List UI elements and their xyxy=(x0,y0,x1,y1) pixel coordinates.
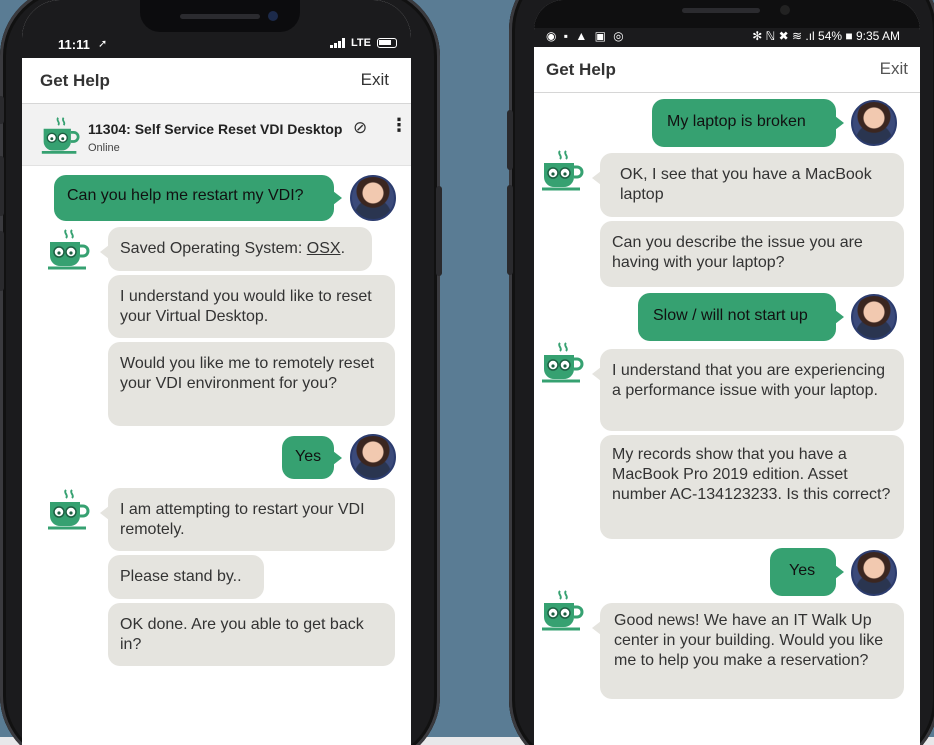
status-bar: 11:11 ➚ LTE xyxy=(22,0,411,58)
user-avatar xyxy=(350,175,396,221)
notification-icons: ◉ ▪ ▲ ▣ ◎ xyxy=(546,29,626,43)
page-title: Get Help xyxy=(546,60,616,79)
app-header: Get Help Exit xyxy=(22,58,411,104)
camera xyxy=(780,5,790,15)
ticket-title: 11304: Self Service Reset VDI Desktop xyxy=(88,121,343,137)
bot-message: Please stand by.. xyxy=(108,555,264,599)
volume-button xyxy=(507,110,513,170)
phone-android: ◉ ▪ ▲ ▣ ◎ ✻ ℕ ✖ ≋ .ıl 54% ■ 9:35 AM Get … xyxy=(507,0,934,745)
battery-icon xyxy=(377,38,397,48)
bot-message: Saved Operating System: OSX. xyxy=(100,227,372,271)
bixby-button xyxy=(507,185,513,275)
user-avatar xyxy=(851,294,897,340)
bot-message: Good news! We have an IT Walk Up center … xyxy=(592,603,904,699)
coffee-bot-icon xyxy=(542,342,584,383)
exit-button[interactable]: Exit xyxy=(880,59,908,79)
page-title: Get Help xyxy=(40,71,110,90)
bot-message: I understand that you are experiencing a… xyxy=(592,349,904,431)
screen: ◉ ▪ ▲ ▣ ◎ ✻ ℕ ✖ ≋ .ıl 54% ■ 9:35 AM Get … xyxy=(534,0,920,745)
phone-ios: 11:11 ➚ LTE Get Help Exit 11304: Self Se… xyxy=(0,0,442,745)
coffee-bot-icon xyxy=(48,229,90,270)
mute-switch xyxy=(0,96,4,124)
status-icons: LTE xyxy=(330,37,397,49)
ticket-status: Online xyxy=(88,142,120,154)
coffee-bot-icon xyxy=(542,590,584,631)
speaker xyxy=(682,8,760,13)
coffee-bot-icon xyxy=(542,150,584,191)
user-message: Yes xyxy=(770,548,844,596)
volume-down-button xyxy=(0,231,4,291)
bot-message: I am attempting to restart your VDI remo… xyxy=(100,488,395,551)
user-avatar xyxy=(851,100,897,146)
message-text: Saved Operating System: xyxy=(120,240,307,257)
coffee-bot-icon xyxy=(48,489,90,530)
coffee-bot-icon xyxy=(41,117,80,154)
bot-message: Would you like me to remotely reset your… xyxy=(108,342,395,426)
status-time: 11:11 xyxy=(58,37,90,52)
exit-button[interactable]: Exit xyxy=(361,70,389,90)
screen: 11:11 ➚ LTE Get Help Exit 11304: Self Se… xyxy=(22,0,411,745)
paperclip-icon[interactable]: ⊘ xyxy=(353,118,367,138)
network-type: LTE xyxy=(351,37,371,49)
user-message: My laptop is broken xyxy=(652,99,844,147)
volume-up-button xyxy=(0,156,4,216)
os-link[interactable]: OSX xyxy=(307,240,341,257)
bot-message: Can you describe the issue you are havin… xyxy=(600,221,904,287)
status-bar: ◉ ▪ ▲ ▣ ◎ ✻ ℕ ✖ ≋ .ıl 54% ■ 9:35 AM xyxy=(534,0,920,47)
user-message: Yes xyxy=(282,436,342,479)
camera xyxy=(268,11,278,21)
top-bezel xyxy=(534,0,920,28)
app-header: Get Help Exit xyxy=(534,47,920,93)
user-message: Can you help me restart my VDI? xyxy=(54,175,342,221)
user-avatar xyxy=(350,434,396,480)
status-right: ✻ ℕ ✖ ≋ .ıl 54% ■ 9:35 AM xyxy=(752,29,900,43)
user-message: Slow / will not start up xyxy=(638,293,844,341)
user-avatar xyxy=(851,550,897,596)
speaker xyxy=(180,14,260,19)
more-vertical-icon[interactable]: ⋮ xyxy=(390,116,408,134)
bot-message: OK done. Are you able to get back in? xyxy=(108,603,395,666)
location-arrow-icon: ➚ xyxy=(98,38,108,50)
notch xyxy=(140,0,300,32)
bot-message: OK, I see that you have a MacBook laptop xyxy=(592,153,904,217)
message-suffix: . xyxy=(340,240,346,257)
power-button xyxy=(436,186,442,276)
ticket-header: 11304: Self Service Reset VDI Desktop On… xyxy=(22,104,411,166)
bot-message: I understand you would like to reset you… xyxy=(108,275,395,338)
signal-icon xyxy=(330,38,346,48)
bot-message: My records show that you have a MacBook … xyxy=(600,435,904,539)
